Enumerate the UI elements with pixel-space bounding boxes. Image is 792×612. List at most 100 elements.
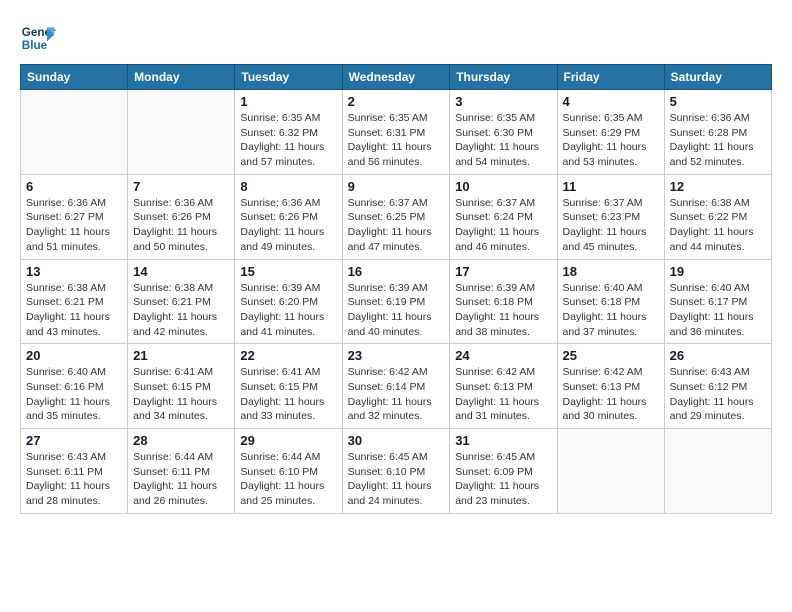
day-number: 11 <box>563 179 659 194</box>
day-info: Sunrise: 6:38 AM Sunset: 6:21 PM Dayligh… <box>133 281 229 340</box>
calendar-cell: 31 Sunrise: 6:45 AM Sunset: 6:09 PM Dayli… <box>450 429 557 514</box>
calendar-cell: 29 Sunrise: 6:44 AM Sunset: 6:10 PM Dayli… <box>235 429 342 514</box>
weekday-header-tuesday: Tuesday <box>235 65 342 90</box>
day-number: 17 <box>455 264 551 279</box>
day-number: 13 <box>26 264 122 279</box>
day-info: Sunrise: 6:41 AM Sunset: 6:15 PM Dayligh… <box>133 365 229 424</box>
day-info: Sunrise: 6:45 AM Sunset: 6:09 PM Dayligh… <box>455 450 551 509</box>
day-info: Sunrise: 6:37 AM Sunset: 6:23 PM Dayligh… <box>563 196 659 255</box>
day-number: 4 <box>563 94 659 109</box>
day-number: 19 <box>670 264 766 279</box>
calendar-cell <box>128 90 235 175</box>
svg-text:Blue: Blue <box>22 39 48 52</box>
calendar-week-row: 1Sunrise: 6:35 AM Sunset: 6:32 PM Daylig… <box>21 90 772 175</box>
calendar-cell: 26 Sunrise: 6:43 AM Sunset: 6:12 PM Dayli… <box>664 344 771 429</box>
day-number: 12 <box>670 179 766 194</box>
day-info: Sunrise: 6:45 AM Sunset: 6:10 PM Dayligh… <box>348 450 445 509</box>
day-number: 18 <box>563 264 659 279</box>
day-info: Sunrise: 6:36 AM Sunset: 6:26 PM Dayligh… <box>240 196 336 255</box>
calendar-week-row: 13 Sunrise: 6:38 AM Sunset: 6:21 PM Dayli… <box>21 259 772 344</box>
day-number: 20 <box>26 348 122 363</box>
logo: General Blue <box>20 20 60 56</box>
day-info: Sunrise: 6:37 AM Sunset: 6:25 PM Dayligh… <box>348 196 445 255</box>
weekday-header-sunday: Sunday <box>21 65 128 90</box>
calendar-cell: 14 Sunrise: 6:38 AM Sunset: 6:21 PM Dayli… <box>128 259 235 344</box>
calendar-cell <box>664 429 771 514</box>
calendar-cell: 9 Sunrise: 6:37 AM Sunset: 6:25 PM Daylig… <box>342 174 450 259</box>
day-number: 31 <box>455 433 551 448</box>
day-info: Sunrise: 6:39 AM Sunset: 6:20 PM Dayligh… <box>240 281 336 340</box>
day-info: Sunrise: 6:36 AM Sunset: 6:28 PM Dayligh… <box>670 111 766 170</box>
calendar-cell: 1Sunrise: 6:35 AM Sunset: 6:32 PM Daylig… <box>235 90 342 175</box>
calendar-week-row: 20 Sunrise: 6:40 AM Sunset: 6:16 PM Dayli… <box>21 344 772 429</box>
day-number: 2 <box>348 94 445 109</box>
weekday-header-friday: Friday <box>557 65 664 90</box>
day-info: Sunrise: 6:42 AM Sunset: 6:13 PM Dayligh… <box>455 365 551 424</box>
calendar-cell: 2 Sunrise: 6:35 AM Sunset: 6:31 PM Daylig… <box>342 90 450 175</box>
calendar-cell: 15Sunrise: 6:39 AM Sunset: 6:20 PM Dayli… <box>235 259 342 344</box>
page-header: General Blue <box>20 20 772 56</box>
day-info: Sunrise: 6:35 AM Sunset: 6:31 PM Dayligh… <box>348 111 445 170</box>
day-number: 21 <box>133 348 229 363</box>
day-info: Sunrise: 6:38 AM Sunset: 6:21 PM Dayligh… <box>26 281 122 340</box>
day-info: Sunrise: 6:35 AM Sunset: 6:29 PM Dayligh… <box>563 111 659 170</box>
day-info: Sunrise: 6:42 AM Sunset: 6:13 PM Dayligh… <box>563 365 659 424</box>
day-number: 27 <box>26 433 122 448</box>
calendar-cell: 19Sunrise: 6:40 AM Sunset: 6:17 PM Dayli… <box>664 259 771 344</box>
weekday-header-saturday: Saturday <box>664 65 771 90</box>
day-number: 30 <box>348 433 445 448</box>
day-info: Sunrise: 6:41 AM Sunset: 6:15 PM Dayligh… <box>240 365 336 424</box>
day-number: 6 <box>26 179 122 194</box>
day-number: 22 <box>240 348 336 363</box>
calendar-week-row: 6 Sunrise: 6:36 AM Sunset: 6:27 PM Daylig… <box>21 174 772 259</box>
weekday-header-row: SundayMondayTuesdayWednesdayThursdayFrid… <box>21 65 772 90</box>
day-info: Sunrise: 6:42 AM Sunset: 6:14 PM Dayligh… <box>348 365 445 424</box>
calendar-cell: 30 Sunrise: 6:45 AM Sunset: 6:10 PM Dayli… <box>342 429 450 514</box>
day-info: Sunrise: 6:36 AM Sunset: 6:27 PM Dayligh… <box>26 196 122 255</box>
day-info: Sunrise: 6:37 AM Sunset: 6:24 PM Dayligh… <box>455 196 551 255</box>
calendar-week-row: 27 Sunrise: 6:43 AM Sunset: 6:11 PM Dayli… <box>21 429 772 514</box>
logo-icon: General Blue <box>20 20 56 56</box>
day-number: 3 <box>455 94 551 109</box>
calendar-cell: 25 Sunrise: 6:42 AM Sunset: 6:13 PM Dayli… <box>557 344 664 429</box>
weekday-header-thursday: Thursday <box>450 65 557 90</box>
day-info: Sunrise: 6:44 AM Sunset: 6:10 PM Dayligh… <box>240 450 336 509</box>
calendar-cell: 16 Sunrise: 6:39 AM Sunset: 6:19 PM Dayli… <box>342 259 450 344</box>
calendar-cell: 5 Sunrise: 6:36 AM Sunset: 6:28 PM Daylig… <box>664 90 771 175</box>
day-number: 26 <box>670 348 766 363</box>
calendar-cell: 17Sunrise: 6:39 AM Sunset: 6:18 PM Dayli… <box>450 259 557 344</box>
calendar-cell <box>557 429 664 514</box>
day-info: Sunrise: 6:35 AM Sunset: 6:30 PM Dayligh… <box>455 111 551 170</box>
calendar-cell <box>21 90 128 175</box>
day-number: 9 <box>348 179 445 194</box>
calendar-cell: 3 Sunrise: 6:35 AM Sunset: 6:30 PM Daylig… <box>450 90 557 175</box>
calendar-cell: 18 Sunrise: 6:40 AM Sunset: 6:18 PM Dayli… <box>557 259 664 344</box>
calendar-cell: 24 Sunrise: 6:42 AM Sunset: 6:13 PM Dayli… <box>450 344 557 429</box>
calendar-cell: 7Sunrise: 6:36 AM Sunset: 6:26 PM Daylig… <box>128 174 235 259</box>
calendar-cell: 20 Sunrise: 6:40 AM Sunset: 6:16 PM Dayli… <box>21 344 128 429</box>
day-number: 29 <box>240 433 336 448</box>
day-number: 25 <box>563 348 659 363</box>
day-number: 24 <box>455 348 551 363</box>
day-number: 5 <box>670 94 766 109</box>
day-number: 14 <box>133 264 229 279</box>
day-number: 28 <box>133 433 229 448</box>
calendar-table: SundayMondayTuesdayWednesdayThursdayFrid… <box>20 64 772 514</box>
day-number: 16 <box>348 264 445 279</box>
day-number: 10 <box>455 179 551 194</box>
calendar-cell: 10 Sunrise: 6:37 AM Sunset: 6:24 PM Dayli… <box>450 174 557 259</box>
calendar-cell: 11 Sunrise: 6:37 AM Sunset: 6:23 PM Dayli… <box>557 174 664 259</box>
calendar-cell: 8 Sunrise: 6:36 AM Sunset: 6:26 PM Daylig… <box>235 174 342 259</box>
day-info: Sunrise: 6:40 AM Sunset: 6:16 PM Dayligh… <box>26 365 122 424</box>
calendar-cell: 23Sunrise: 6:42 AM Sunset: 6:14 PM Dayli… <box>342 344 450 429</box>
day-number: 8 <box>240 179 336 194</box>
day-info: Sunrise: 6:40 AM Sunset: 6:18 PM Dayligh… <box>563 281 659 340</box>
day-info: Sunrise: 6:43 AM Sunset: 6:12 PM Dayligh… <box>670 365 766 424</box>
day-info: Sunrise: 6:43 AM Sunset: 6:11 PM Dayligh… <box>26 450 122 509</box>
calendar-cell: 12Sunrise: 6:38 AM Sunset: 6:22 PM Dayli… <box>664 174 771 259</box>
day-info: Sunrise: 6:39 AM Sunset: 6:19 PM Dayligh… <box>348 281 445 340</box>
weekday-header-wednesday: Wednesday <box>342 65 450 90</box>
weekday-header-monday: Monday <box>128 65 235 90</box>
calendar-cell: 27 Sunrise: 6:43 AM Sunset: 6:11 PM Dayli… <box>21 429 128 514</box>
day-info: Sunrise: 6:35 AM Sunset: 6:32 PM Dayligh… <box>240 111 336 170</box>
